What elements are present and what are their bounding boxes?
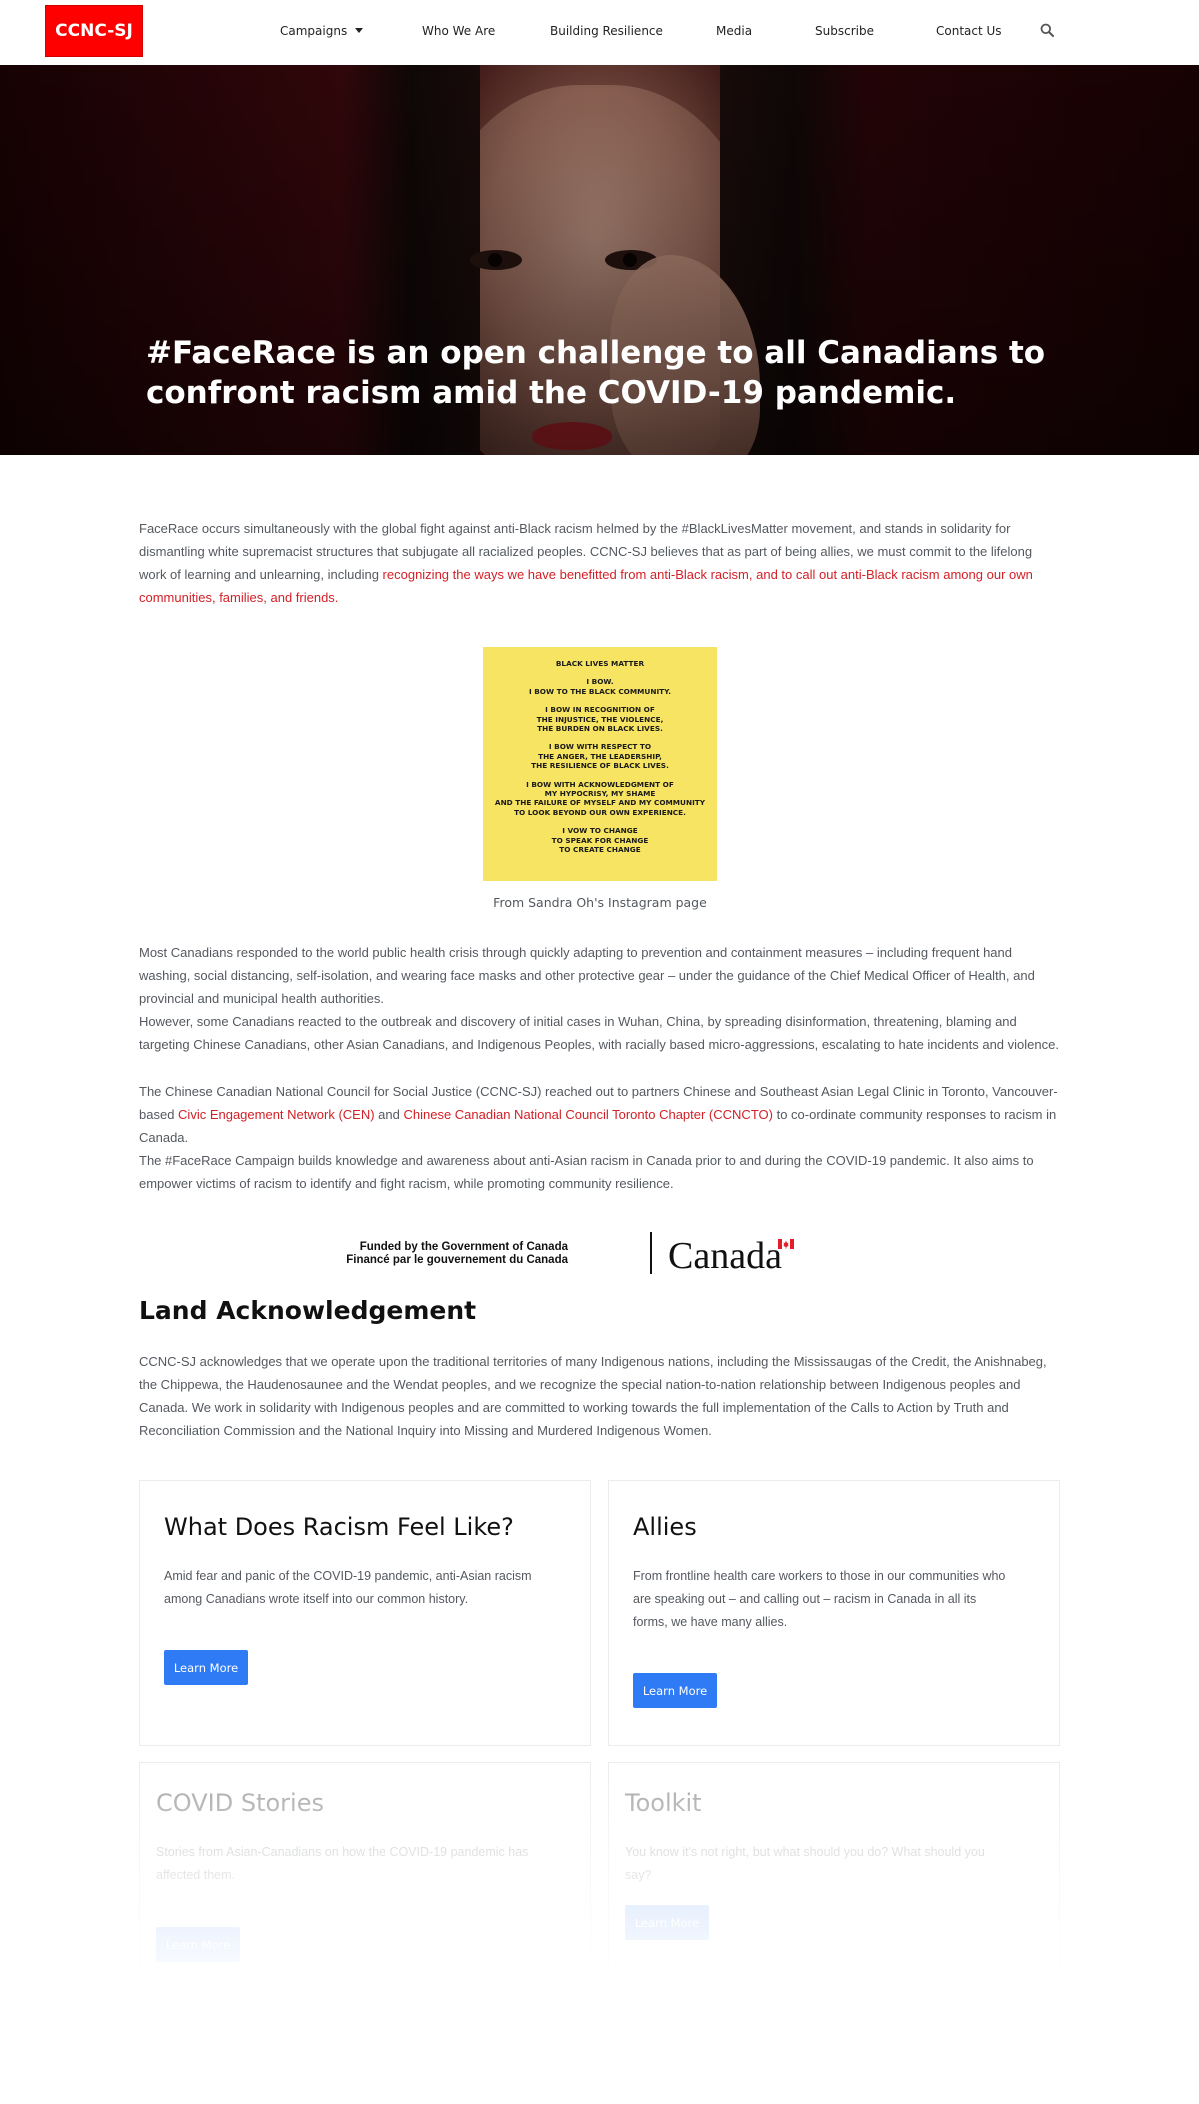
nav-campaigns-label: Campaigns — [280, 24, 348, 38]
blm-line: TO LOOK BEYOND OUR OWN EXPERIENCE. — [514, 807, 686, 817]
nav-contact-us[interactable]: Contact Us — [936, 24, 1002, 38]
blm-block: I VOW TO CHANGE TO SPEAK FOR CHANGE TO C… — [483, 826, 717, 854]
funded-divider — [650, 1232, 652, 1274]
learn-more-button[interactable]: Learn More — [625, 1905, 709, 1940]
card-title: COVID Stories — [156, 1789, 324, 1817]
canada-flag-icon — [778, 1239, 794, 1249]
site-header: CCNC-SJ Campaigns Who We Are Building Re… — [0, 0, 1199, 65]
funded-en: Funded by the Government of Canada — [359, 1241, 568, 1253]
card-title: Allies — [633, 1513, 697, 1541]
card-text: Stories from Asian-Canadians on how the … — [156, 1845, 529, 1882]
funded-fr: Financé par le gouvernement du Canada — [346, 1254, 568, 1266]
body-paragraph-1: Most Canadians responded to the world pu… — [139, 945, 1035, 1006]
card-toolkit: Toolkit You know it's not right, but wha… — [608, 1762, 1060, 1972]
blm-line: THE INJUSTICE, THE VIOLENCE, — [536, 714, 664, 724]
blm-line: THE BURDEN ON BLACK LIVES. — [537, 724, 663, 734]
intro-paragraph: FaceRace occurs simultaneously with the … — [139, 517, 1059, 609]
chevron-down-icon — [355, 28, 364, 33]
search-icon[interactable] — [1040, 23, 1054, 37]
blm-block: I BOW IN RECOGNITION OF THE INJUSTICE, T… — [483, 705, 717, 733]
body-paragraph-2: However, some Canadians reacted to the o… — [139, 1014, 1059, 1052]
body-paragraph-3: The Chinese Canadian National Council fo… — [139, 1080, 1059, 1149]
card-text: You know it's not right, but what should… — [625, 1845, 985, 1882]
blm-line: MY HYPOCRISY, MY SHAME — [544, 789, 656, 799]
blm-line: I BOW. — [586, 677, 614, 687]
blm-line: I BOW TO THE BLACK COMMUNITY. — [528, 686, 671, 696]
blm-block: I BOW. I BOW TO THE BLACK COMMUNITY. — [483, 677, 717, 696]
blm-statement-image: BLACK LIVES MATTER I BOW. I BOW TO THE B… — [483, 647, 717, 881]
main-nav: Campaigns Who We Are Building Resilience… — [0, 0, 1199, 62]
p3-text-b: and — [374, 1107, 404, 1122]
learn-more-button[interactable]: Learn More — [156, 1927, 240, 1962]
blm-block: I BOW WITH RESPECT TO THE ANGER, THE LEA… — [483, 742, 717, 770]
government-funding-banner: Funded by the Government of Canada Finan… — [346, 1232, 798, 1277]
blm-block: BLACK LIVES MATTER — [483, 659, 717, 668]
blm-line: I BOW WITH ACKNOWLEDGMENT OF — [526, 779, 674, 789]
nav-campaigns[interactable]: Campaigns — [280, 24, 364, 38]
blm-line: AND THE FAILURE OF MYSELF AND MY COMMUNI… — [494, 798, 706, 808]
blm-block: I BOW WITH ACKNOWLEDGMENT OF MY HYPOCRIS… — [483, 780, 717, 818]
image-caption: From Sandra Oh's Instagram page — [493, 895, 707, 910]
card-allies: Allies From frontline health care worker… — [608, 1480, 1060, 1746]
land-acknowledgement-heading: Land Acknowledgement — [139, 1296, 477, 1325]
blm-line: THE RESILIENCE OF BLACK LIVES. — [531, 761, 669, 771]
card-title: What Does Racism Feel Like? — [164, 1513, 514, 1541]
land-acknowledgement-text: CCNC-SJ acknowledges that we operate upo… — [139, 1354, 1047, 1438]
card-text: Amid fear and panic of the COVID-19 pand… — [164, 1569, 532, 1606]
card-racism-feel: What Does Racism Feel Like? Amid fear an… — [139, 1480, 591, 1746]
ccncto-link[interactable]: Chinese Canadian National Council Toront… — [403, 1107, 772, 1122]
body-paragraph-4: The #FaceRace Campaign builds knowledge … — [139, 1153, 1034, 1191]
nav-subscribe[interactable]: Subscribe — [815, 24, 874, 38]
hero-banner: #FaceRace is an open challenge to all Ca… — [0, 65, 1199, 455]
blm-line: TO SPEAK FOR CHANGE — [551, 835, 649, 845]
blm-line: BLACK LIVES MATTER — [555, 659, 645, 668]
blm-line: I BOW WITH RESPECT TO — [548, 742, 652, 752]
nav-who-we-are[interactable]: Who We Are — [422, 24, 495, 38]
blm-line: I BOW IN RECOGNITION OF — [545, 705, 655, 715]
cen-link[interactable]: Civic Engagement Network (CEN) — [178, 1107, 375, 1122]
card-title: Toolkit — [625, 1789, 702, 1817]
canada-wordmark: Canada — [668, 1235, 782, 1277]
card-text: From frontline health care workers to th… — [633, 1569, 1006, 1629]
card-covid-stories: COVID Stories Stories from Asian-Canadia… — [139, 1762, 591, 1972]
learn-more-button[interactable]: Learn More — [633, 1673, 717, 1708]
nav-media[interactable]: Media — [716, 24, 752, 38]
funded-text: Funded by the Government of Canada Finan… — [346, 1241, 568, 1267]
blm-line: TO CREATE CHANGE — [559, 845, 641, 855]
learn-more-button[interactable]: Learn More — [164, 1650, 248, 1685]
blm-line: THE ANGER, THE LEADERSHIP, — [538, 751, 662, 761]
hero-title: #FaceRace is an open challenge to all Ca… — [146, 335, 1046, 411]
nav-building-resilience[interactable]: Building Resilience — [550, 24, 663, 38]
blm-line: I VOW TO CHANGE — [562, 826, 638, 836]
